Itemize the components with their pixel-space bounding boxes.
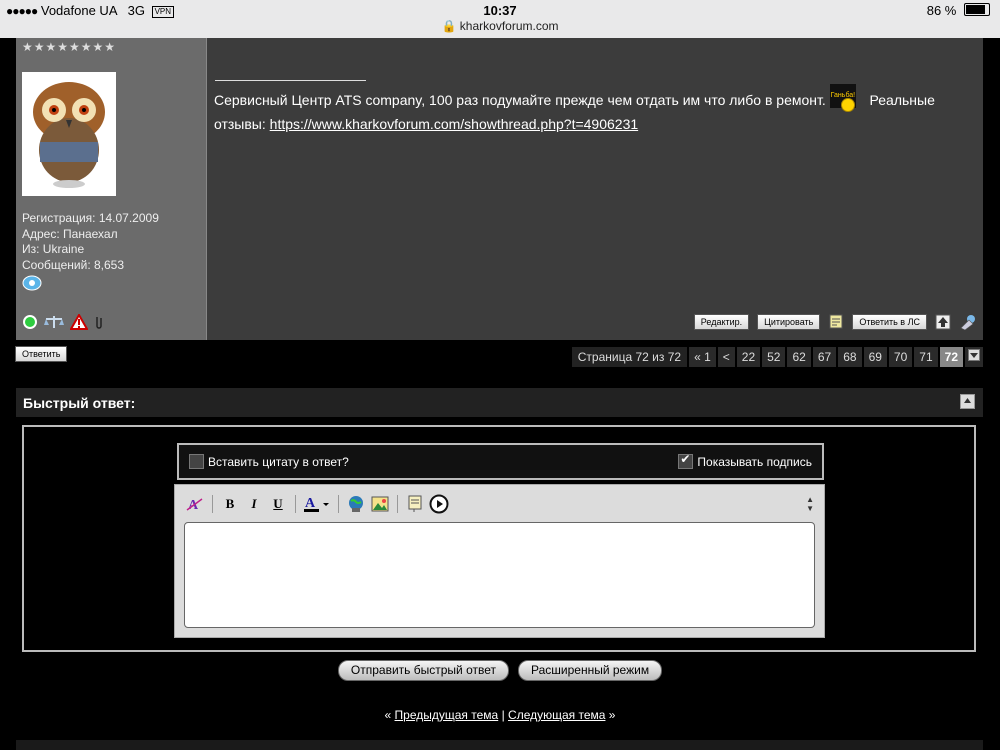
user-profile-icon[interactable] bbox=[959, 314, 977, 330]
previous-thread-link[interactable]: Предыдущая тема bbox=[395, 708, 499, 722]
reply-button[interactable]: Ответить bbox=[15, 346, 68, 362]
thread-nav-separator: | bbox=[501, 708, 505, 722]
post-actions: Редактир. Цитировать Ответить в ЛС bbox=[693, 314, 977, 330]
footer-bar bbox=[16, 740, 983, 750]
editor-resize-icon[interactable]: ▲ ▼ bbox=[806, 495, 814, 513]
lock-icon: 🔒 bbox=[441, 19, 457, 33]
page-link[interactable]: 67 bbox=[812, 347, 837, 367]
user-rank-stars: ★★★★★★★★ bbox=[22, 40, 117, 54]
show-signature-label: Показывать подпись bbox=[697, 454, 812, 469]
italic-icon[interactable]: I bbox=[244, 494, 264, 514]
editor-toolbar: A B I U A bbox=[185, 493, 449, 515]
signature-text: Сервисный Центр ATS company, 100 раз под… bbox=[214, 92, 826, 108]
page-jump-icon[interactable] bbox=[965, 347, 983, 367]
ganba-smiley-icon: Ганьба! bbox=[829, 84, 866, 113]
insert-quote-label: Вставить цитату в ответ? bbox=[208, 454, 349, 469]
user-info: Регистрация: 14.07.2009 Адрес: Панаехал … bbox=[22, 211, 159, 273]
pagination: Страница 72 из 72 « 1 < 22 52 62 67 68 6… bbox=[571, 347, 983, 367]
post-user-panel: ★★★★★★★★ Регистрация: 14.07.2009 Адрес: … bbox=[16, 38, 207, 340]
pagination-label: Страница 72 из 72 bbox=[571, 347, 688, 367]
signature-link[interactable]: https://www.kharkovforum.com/showthread.… bbox=[270, 116, 638, 132]
insert-image-icon[interactable] bbox=[370, 494, 390, 514]
submit-quick-reply-button[interactable]: Отправить быстрый ответ bbox=[337, 660, 509, 681]
multi-quote-icon[interactable] bbox=[828, 314, 844, 330]
user-address: Адрес: Панаехал bbox=[22, 226, 118, 241]
user-posts: Сообщений: 8,653 bbox=[22, 257, 125, 272]
post-signature: Сервисный Центр ATS company, 100 раз под… bbox=[214, 84, 979, 136]
page-prev[interactable]: < bbox=[717, 347, 735, 367]
url-text: kharkovforum.com bbox=[459, 19, 559, 33]
address-bar[interactable]: 🔒 kharkovforum.com bbox=[0, 19, 1000, 33]
collapse-icon[interactable] bbox=[960, 394, 975, 409]
message-textarea[interactable] bbox=[184, 522, 815, 628]
online-status-icon bbox=[23, 315, 37, 329]
report-warning-icon[interactable] bbox=[70, 314, 88, 330]
editor: A B I U A ▲▼ bbox=[174, 484, 825, 638]
page-link[interactable]: 71 bbox=[914, 347, 938, 367]
ios-status-bar: ●●●●● Vodafone UA 3G VPN 10:37 🔒 kharkov… bbox=[0, 0, 1000, 38]
remove-format-icon[interactable]: A bbox=[185, 494, 205, 514]
page-link[interactable]: 69 bbox=[863, 347, 887, 367]
user-avatar[interactable] bbox=[22, 72, 116, 196]
quick-reply-header: Быстрый ответ: bbox=[16, 388, 983, 417]
insert-quote-option[interactable]: Вставить цитату в ответ? bbox=[189, 454, 349, 469]
quick-reply-title: Быстрый ответ: bbox=[23, 395, 136, 411]
advanced-mode-button[interactable]: Расширенный режим bbox=[518, 660, 663, 681]
quote-icon[interactable] bbox=[405, 494, 425, 514]
go-to-top-icon[interactable] bbox=[935, 314, 951, 330]
edit-button[interactable]: Редактир. bbox=[693, 314, 750, 330]
reputation-icon bbox=[22, 275, 42, 291]
page-link[interactable]: 52 bbox=[762, 347, 786, 367]
page-first[interactable]: « 1 bbox=[689, 347, 716, 367]
insert-link-icon[interactable] bbox=[346, 494, 366, 514]
next-thread-link[interactable]: Следующая тема bbox=[508, 708, 605, 722]
user-from: Из: Ukraine bbox=[22, 242, 85, 256]
clock: 10:37 bbox=[483, 3, 517, 18]
thread-navigation: « Предыдущая тема | Следующая тема » bbox=[0, 708, 1000, 722]
page-current: 72 bbox=[939, 347, 963, 367]
insert-quote-checkbox[interactable] bbox=[189, 454, 204, 469]
show-signature-checkbox[interactable] bbox=[678, 452, 694, 469]
user-registration: Регистрация: 14.07.2009 bbox=[22, 211, 159, 225]
scales-icon[interactable] bbox=[44, 314, 64, 330]
page-link[interactable]: 62 bbox=[787, 347, 811, 367]
battery-info: 86 % bbox=[927, 3, 990, 18]
underline-icon[interactable]: U bbox=[268, 494, 288, 514]
page-link[interactable]: 70 bbox=[888, 347, 913, 367]
paperclip-icon bbox=[96, 317, 102, 329]
quick-reply-buttons: Отправить быстрый ответ Расширенный режи… bbox=[0, 660, 1000, 681]
bold-icon[interactable]: B bbox=[220, 494, 240, 514]
quick-reply-panel: Вставить цитату в ответ? Показывать подп… bbox=[22, 425, 976, 652]
page-link[interactable]: 22 bbox=[736, 347, 761, 367]
quick-reply-options: Вставить цитату в ответ? Показывать подп… bbox=[177, 443, 824, 480]
page-link[interactable]: 68 bbox=[838, 347, 862, 367]
post-body: Сервисный Центр ATS company, 100 раз под… bbox=[207, 38, 983, 340]
battery-percent: 86 % bbox=[926, 3, 957, 18]
left-arrow: « bbox=[384, 708, 392, 722]
quote-button[interactable]: Цитировать bbox=[757, 314, 821, 330]
insert-video-icon[interactable] bbox=[429, 494, 449, 514]
signature-divider bbox=[215, 80, 366, 81]
battery-icon bbox=[964, 3, 990, 16]
right-arrow: » bbox=[608, 708, 616, 722]
svg-text:A: A bbox=[305, 496, 316, 511]
user-icons bbox=[22, 314, 104, 330]
show-signature-option[interactable]: Показывать подпись bbox=[678, 452, 812, 469]
font-color-icon[interactable]: A bbox=[303, 494, 331, 514]
reply-pm-button[interactable]: Ответить в ЛС bbox=[852, 314, 927, 330]
